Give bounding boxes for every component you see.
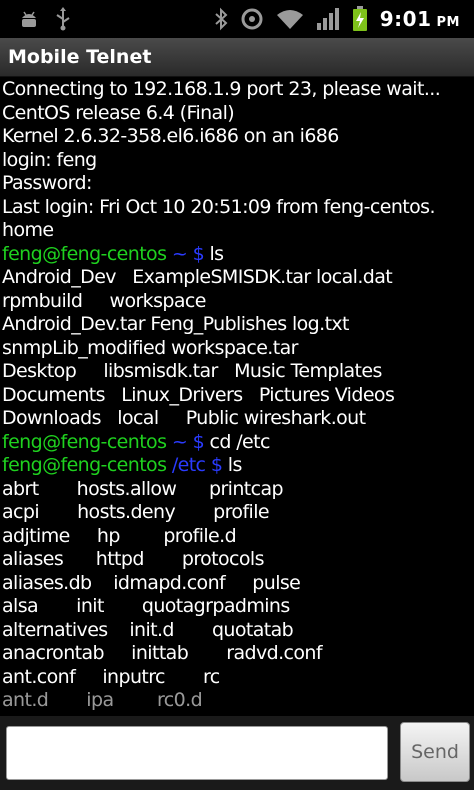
terminal-text: ant.conf inputrc rc bbox=[2, 665, 220, 688]
app-title-bar: Mobile Telnet bbox=[0, 38, 474, 77]
terminal-text: home bbox=[2, 219, 54, 241]
terminal-text: Android_Dev.tar Feng_Publishes log.txt bbox=[2, 313, 350, 335]
terminal-text: aliases httpd protocols bbox=[2, 548, 265, 570]
android-debug-icon bbox=[18, 8, 40, 30]
terminal-line: Kernel 2.6.32-358.el6.i686 on an i686 bbox=[2, 125, 474, 149]
terminal-text: Connecting to 192.168.1.9 port 23, pleas… bbox=[2, 78, 441, 100]
terminal-line: feng@feng-centos ~ $ cd /etc bbox=[2, 431, 474, 455]
terminal-line: alternatives init.d quotatab bbox=[2, 619, 474, 643]
clock: 9:01 PM bbox=[379, 7, 460, 31]
send-button[interactable]: Send bbox=[400, 722, 470, 782]
terminal-text: cd /etc bbox=[204, 430, 271, 453]
terminal-line: CentOS release 6.4 (Final) bbox=[2, 102, 474, 126]
prompt-path: /etc $ bbox=[166, 454, 223, 476]
terminal-line: home bbox=[2, 219, 474, 243]
terminal-line: login: feng bbox=[2, 149, 474, 173]
terminal-line: alsa init quotagrpadmins bbox=[2, 595, 474, 619]
terminal-text: Downloads local Public wireshark.out bbox=[2, 407, 366, 429]
terminal-text: snmpLib_modified workspace.tar bbox=[2, 336, 298, 359]
terminal-text: Kernel 2.6.32-358.el6.i686 on an i686 bbox=[2, 125, 339, 147]
terminal-text: alternatives init.d quotatab bbox=[2, 618, 294, 641]
terminal-line: aliases.db idmapd.conf pulse bbox=[2, 572, 474, 596]
terminal-text: Desktop libsmisdk.tar Music Templates bbox=[2, 360, 382, 382]
terminal-line: Documents Linux_Drivers Pictures Videos bbox=[2, 384, 474, 408]
terminal-line: Downloads local Public wireshark.out bbox=[2, 407, 474, 431]
terminal-text: login: feng bbox=[2, 148, 97, 171]
terminal-line: anacrontab inittab radvd.conf bbox=[2, 642, 474, 666]
terminal-text: ls bbox=[204, 242, 225, 265]
terminal-line: rpmbuild workspace bbox=[2, 290, 474, 314]
terminal-line: feng@feng-centos ~ $ ls bbox=[2, 243, 474, 267]
signal-icon bbox=[316, 7, 340, 31]
terminal-text: Documents Linux_Drivers Pictures Videos bbox=[2, 383, 395, 406]
terminal-text: ls bbox=[222, 454, 243, 476]
usb-icon bbox=[54, 7, 72, 31]
terminal-text: abrt hosts.allow printcap bbox=[2, 477, 284, 500]
bluetooth-icon bbox=[214, 7, 228, 31]
terminal-text: Android_Dev ExampleSMISDK.tar local.dat bbox=[2, 266, 393, 288]
terminal-line: adjtime hp profile.d bbox=[2, 525, 474, 549]
terminal-line: Last login: Fri Oct 10 20:51:09 from fen… bbox=[2, 196, 474, 220]
terminal-line: ant.conf inputrc rc bbox=[2, 666, 474, 690]
wifi-icon bbox=[276, 8, 304, 30]
terminal-line: aliases httpd protocols bbox=[2, 548, 474, 572]
terminal-text: adjtime hp profile.d bbox=[2, 524, 237, 547]
terminal-line: Desktop libsmisdk.tar Music Templates bbox=[2, 360, 474, 384]
prompt-user: feng@feng-centos bbox=[2, 242, 167, 265]
battery-charging-icon bbox=[352, 6, 368, 32]
prompt-user: feng@feng-centos bbox=[2, 454, 167, 476]
terminal-line: ant.d ipa rc0.d bbox=[2, 689, 474, 713]
terminal-text: Last login: Fri Oct 10 20:51:09 from fen… bbox=[2, 195, 435, 218]
terminal-text: rpmbuild workspace bbox=[2, 289, 206, 312]
sync-icon bbox=[240, 7, 264, 31]
terminal-text: aliases.db idmapd.conf pulse bbox=[2, 571, 301, 594]
terminal-text: acpi hosts.deny profile bbox=[2, 501, 270, 523]
terminal-line: Android_Dev.tar Feng_Publishes log.txt bbox=[2, 313, 474, 337]
status-bar: 9:01 PM bbox=[0, 0, 474, 38]
terminal-line: Password: bbox=[2, 172, 474, 196]
terminal-text: ant.d ipa rc0.d bbox=[2, 689, 203, 711]
terminal-text: CentOS release 6.4 (Final) bbox=[2, 101, 235, 124]
app-title: Mobile Telnet bbox=[8, 46, 152, 68]
prompt-path: ~ $ bbox=[166, 242, 205, 265]
terminal-text: Password: bbox=[2, 172, 92, 194]
terminal-line: abrt hosts.allow printcap bbox=[2, 478, 474, 502]
terminal-line: snmpLib_modified workspace.tar bbox=[2, 337, 474, 361]
prompt-user: feng@feng-centos bbox=[2, 430, 167, 453]
terminal-line: feng@feng-centos /etc $ ls bbox=[2, 454, 474, 478]
command-input[interactable] bbox=[6, 726, 388, 780]
prompt-path: ~ $ bbox=[166, 430, 205, 453]
terminal-line: Android_Dev ExampleSMISDK.tar local.dat bbox=[2, 266, 474, 290]
terminal-line: Connecting to 192.168.1.9 port 23, pleas… bbox=[2, 78, 474, 102]
command-bar: Send bbox=[0, 716, 474, 790]
terminal-line: acpi hosts.deny profile bbox=[2, 501, 474, 525]
terminal-text: alsa init quotagrpadmins bbox=[2, 595, 290, 617]
terminal-output[interactable]: Connecting to 192.168.1.9 port 23, pleas… bbox=[0, 78, 474, 716]
terminal-text: anacrontab inittab radvd.conf bbox=[2, 642, 323, 664]
